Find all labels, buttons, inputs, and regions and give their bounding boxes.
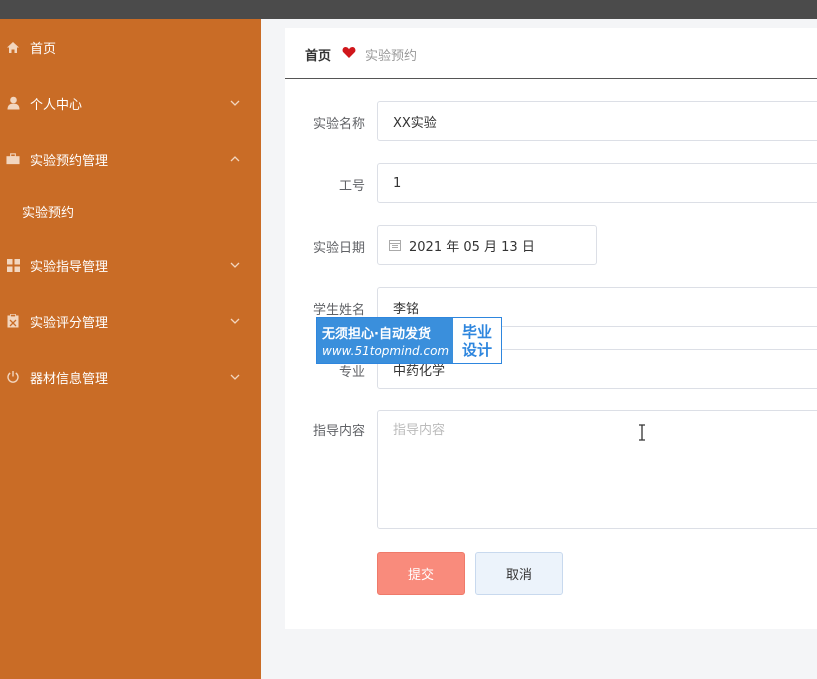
experiment-name-label: 实验名称: [312, 117, 365, 132]
sidebar-item-label: 实验指导管理: [30, 259, 109, 275]
submit-button[interactable]: 提交: [377, 552, 465, 595]
guidance-content-placeholder: 指导内容: [393, 423, 446, 438]
watermark-banner: 无须担心·自动发货 www.51topmind.com 毕业 设计: [316, 317, 502, 364]
chevron-down-icon: [230, 318, 240, 324]
watermark-right-line1: 毕业: [461, 322, 492, 341]
power-icon: [6, 370, 20, 384]
sidebar-subitem-booking[interactable]: 实验预约: [0, 196, 261, 226]
cancel-button[interactable]: 取消: [475, 552, 563, 595]
staff-id-input[interactable]: 1: [377, 163, 817, 203]
chevron-down-icon: [230, 100, 240, 106]
sidebar-item-label: 个人中心: [30, 97, 83, 113]
experiment-name-input[interactable]: XX实验: [377, 101, 817, 141]
watermark-url: www.51topmind.com: [322, 344, 450, 358]
heart-icon: [342, 47, 356, 58]
sidebar: 首页 个人中心 实验预约管理 实验预约 实验指导管理 实验评分管理 器材信息管理: [0, 19, 261, 679]
text-cursor-icon: [639, 424, 645, 441]
breadcrumb-current: 实验预约: [365, 49, 418, 64]
sidebar-item-label: 首页: [30, 41, 57, 57]
staff-id-label: 工号: [338, 179, 365, 194]
watermark-left: 无须担心·自动发货 www.51topmind.com: [317, 318, 453, 363]
sidebar-item-personal-center[interactable]: 个人中心: [0, 88, 261, 118]
sidebar-subitem-label: 实验预约: [22, 205, 75, 221]
top-bar: [0, 0, 817, 19]
guidance-content-label: 指导内容: [312, 424, 365, 439]
sidebar-item-label: 器材信息管理: [30, 371, 109, 387]
home-icon: [6, 40, 20, 54]
sidebar-item-equipment-management[interactable]: 器材信息管理: [0, 362, 261, 392]
breadcrumb-home[interactable]: 首页: [305, 45, 331, 64]
student-name-label: 学生姓名: [312, 303, 365, 318]
experiment-date-value: 2021 年 05 月 13 日: [409, 239, 535, 255]
chevron-down-icon: [230, 374, 240, 380]
briefcase-icon: [6, 152, 20, 166]
experiment-name-value: XX实验: [393, 115, 437, 131]
experiment-date-picker[interactable]: 2021 年 05 月 13 日: [377, 225, 597, 265]
guidance-content-textarea[interactable]: 指导内容: [377, 410, 817, 529]
sidebar-item-label: 实验评分管理: [30, 315, 109, 331]
calendar-icon: [389, 240, 401, 251]
breadcrumb: 首页 实验预约: [285, 28, 817, 79]
chevron-up-icon: [230, 156, 240, 162]
sidebar-item-scoring-management[interactable]: 实验评分管理: [0, 306, 261, 336]
student-name-value: 李铭: [393, 301, 420, 317]
watermark-right-line2: 设计: [461, 340, 492, 359]
sidebar-item-home[interactable]: 首页: [0, 32, 261, 62]
sidebar-item-guidance-management[interactable]: 实验指导管理: [0, 250, 261, 280]
clipboard-icon: [6, 314, 20, 328]
user-icon: [6, 96, 20, 110]
sidebar-item-booking-management[interactable]: 实验预约管理: [0, 144, 261, 174]
experiment-date-label: 实验日期: [312, 241, 365, 256]
sidebar-item-label: 实验预约管理: [30, 153, 109, 169]
staff-id-value: 1: [393, 175, 402, 191]
watermark-right: 毕业 设计: [453, 318, 501, 363]
chevron-down-icon: [230, 262, 240, 268]
grid-icon: [6, 258, 20, 272]
watermark-slogan: 无须担心·自动发货: [322, 327, 431, 342]
